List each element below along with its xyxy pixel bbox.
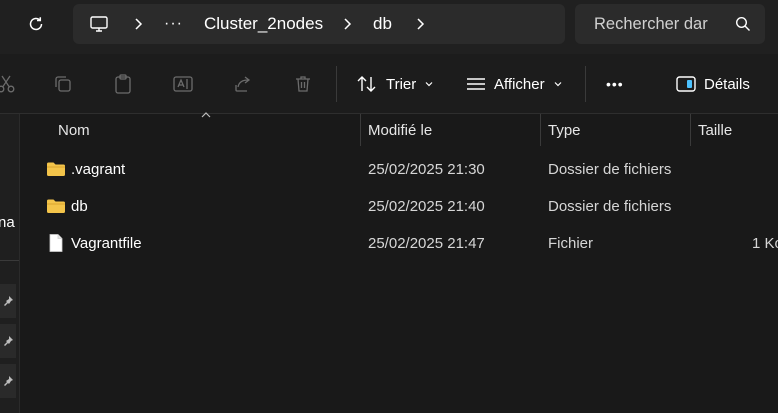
file-name-cell[interactable]: Vagrantfile [46, 225, 142, 261]
search-input[interactable]: Rechercher dar [575, 4, 765, 44]
file-row[interactable]: Vagrantfile 25/02/2025 21:47 Fichier 1 K… [20, 225, 778, 261]
file-type: Dossier de fichiers [548, 197, 672, 215]
breadcrumb-separator[interactable] [133, 4, 143, 44]
view-label: Afficher [494, 75, 545, 93]
paste-button[interactable] [111, 72, 135, 96]
column-header-type[interactable]: Type [548, 114, 581, 146]
details-button[interactable]: Détails [676, 68, 750, 100]
refresh-button[interactable] [22, 10, 50, 38]
refresh-icon [29, 17, 43, 31]
cut-button[interactable] [0, 72, 18, 96]
file-name: db [71, 197, 88, 215]
copy-button[interactable] [51, 72, 75, 96]
breadcrumb-separator[interactable] [342, 4, 352, 44]
command-bar: Trier Afficher ••• Détails [0, 54, 778, 114]
delete-button[interactable] [291, 72, 315, 96]
file-name: Vagrantfile [71, 234, 142, 252]
column-divider[interactable] [360, 114, 361, 146]
clipboard-icon [115, 74, 131, 94]
quick-access-item[interactable] [0, 364, 16, 398]
search-icon[interactable] [735, 16, 751, 32]
details-label: Détails [704, 75, 750, 93]
rename-button[interactable] [171, 72, 195, 96]
chevron-right-icon [135, 18, 143, 30]
more-options-button[interactable]: ••• [606, 68, 624, 100]
file-modified: 25/02/2025 21:30 [368, 160, 485, 178]
column-header-name[interactable]: Nom [58, 114, 90, 146]
nav-divider [0, 260, 19, 261]
breadcrumb[interactable]: ··· Cluster_2nodes db [73, 4, 565, 44]
monitor-icon [90, 16, 108, 32]
breadcrumb-item-db[interactable]: db [373, 4, 392, 44]
navigation-pane[interactable]: na [0, 114, 20, 413]
view-button[interactable]: Afficher [466, 68, 563, 100]
chevron-right-icon [417, 18, 425, 30]
folder-icon [46, 196, 66, 216]
file-name-cell[interactable]: .vagrant [46, 151, 125, 187]
share-button[interactable] [231, 72, 255, 96]
sort-icon [357, 76, 376, 92]
pin-icon [4, 336, 13, 346]
this-pc-button[interactable] [89, 4, 109, 44]
column-header-modified[interactable]: Modifié le [368, 114, 432, 146]
pin-icon [4, 376, 13, 386]
breadcrumb-separator[interactable] [415, 4, 425, 44]
file-name-cell[interactable]: db [46, 188, 88, 224]
chevron-right-icon [344, 18, 352, 30]
column-divider[interactable] [540, 114, 541, 146]
file-type: Dossier de fichiers [548, 160, 672, 178]
quick-access-item[interactable] [0, 284, 16, 318]
chevron-down-icon [425, 82, 433, 87]
details-pane-icon [676, 76, 696, 92]
file-row[interactable]: .vagrant 25/02/2025 21:30 Dossier de fic… [20, 151, 778, 187]
trash-icon [296, 76, 310, 92]
file-row[interactable]: db 25/02/2025 21:40 Dossier de fichiers [20, 188, 778, 224]
file-modified: 25/02/2025 21:40 [368, 197, 485, 215]
breadcrumb-item-cluster[interactable]: Cluster_2nodes [204, 4, 323, 44]
file-icon [46, 233, 66, 253]
search-placeholder: Rechercher dar [594, 15, 708, 33]
share-icon [235, 76, 251, 92]
folder-icon [46, 159, 66, 179]
sort-button[interactable]: Trier [356, 68, 434, 100]
scissors-icon [0, 75, 15, 93]
sort-ascending-icon [201, 112, 211, 118]
quick-access-item[interactable] [0, 324, 16, 358]
address-bar-row: ··· Cluster_2nodes db Rechercher dar [0, 0, 778, 54]
column-divider[interactable] [690, 114, 691, 146]
nav-item-label[interactable]: na [0, 214, 15, 231]
file-type: Fichier [548, 234, 594, 252]
toolbar-divider [585, 66, 586, 102]
file-size: 1 Ko [752, 234, 778, 252]
file-modified: 25/02/2025 21:47 [368, 234, 485, 252]
rename-icon [173, 76, 193, 92]
pin-icon [4, 296, 13, 306]
chevron-down-icon [554, 82, 562, 87]
column-header-size[interactable]: Taille [698, 114, 732, 146]
list-view-icon [467, 78, 485, 90]
breadcrumb-more[interactable]: ··· [164, 4, 183, 44]
toolbar-divider [336, 66, 337, 102]
file-name: .vagrant [71, 160, 126, 178]
sort-label: Trier [386, 75, 417, 93]
copy-icon [55, 76, 71, 92]
